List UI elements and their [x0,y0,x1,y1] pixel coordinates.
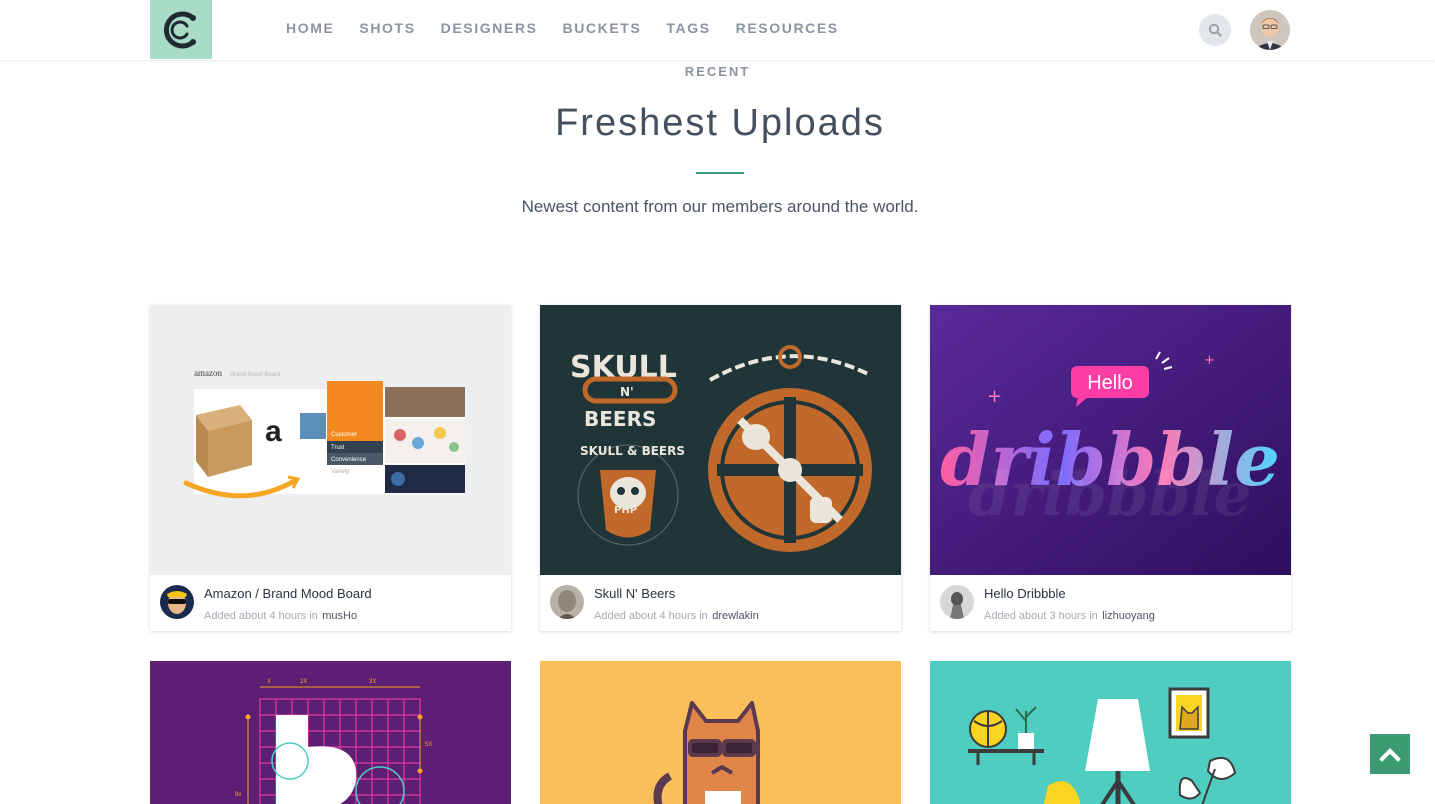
shot-added-text: Added about 4 hours in [594,610,708,622]
author-avatar[interactable] [940,585,974,619]
section-eyebrow: RECENT [684,64,751,79]
grid-mark-5x: 5X [425,742,432,748]
skull-ring-text: SKULL & BEERS [580,444,685,458]
amazon-a-letter: a [265,415,282,448]
skull-word-beers: BEERS [584,407,656,431]
shot-author-link[interactable]: musHo [322,610,357,622]
top-header: HOME SHOTS DESIGNERS BUCKETS TAGS RESOUR… [0,0,1435,60]
main-nav: HOME SHOTS DESIGNERS BUCKETS TAGS RESOUR… [286,20,864,36]
svg-text:+: + [987,386,1002,407]
shot-thumbnail-room[interactable] [930,661,1291,804]
grid-mark-2x: 2X [300,679,307,685]
back-to-top-button[interactable] [1370,734,1410,774]
amazon-word-variety: Variety [331,469,349,475]
user-avatar-image [1250,10,1290,50]
shot-title[interactable]: Amazon / Brand Mood Board [204,586,372,601]
page-title: Freshest Uploads [555,102,885,144]
skull-word-n: N' [620,385,634,399]
author-avatar-image [160,585,194,619]
search-icon [1208,23,1222,37]
author-avatar[interactable] [160,585,194,619]
shot-meta: Amazon / Brand Mood Board Added about 4 … [150,575,511,631]
shot-thumbnail-skull[interactable]: SKULL N' BEERS SKULL & BEERS PHP [540,305,901,575]
shot-card-room[interactable] [930,661,1291,804]
dribbble-script-reflection: dribbble [968,460,1251,530]
amazon-word-customer: Customer [331,432,357,438]
author-avatar-image [550,585,584,619]
shot-added-text: Added about 4 hours in [204,610,318,622]
shot-thumbnail-amazon[interactable]: amazon Brand Mood Board a Customer Trust… [150,305,511,575]
nav-designers[interactable]: DESIGNERS [441,20,538,36]
svg-text:+: + [1204,353,1215,368]
shot-thumbnail-hello-dribbble[interactable]: Hello + + dribbble dribbble [930,305,1291,575]
nav-buckets[interactable]: BUCKETS [563,20,642,36]
shot-card-hello-dribbble[interactable]: Hello + + dribbble dribbble Hello Dribbb… [930,305,1291,631]
shot-card-grid-letter[interactable]: X 2X 3X 5X 9x [150,661,511,804]
skull-word-php: PHP [614,505,637,516]
amazon-brand-text: amazon [194,368,222,378]
search-button[interactable] [1199,14,1231,46]
author-avatar-image [940,585,974,619]
shot-title[interactable]: Skull N' Beers [594,586,759,601]
amazon-word-convenience: Convenience [331,457,367,463]
author-avatar[interactable] [550,585,584,619]
shot-thumbnail-cat[interactable] [540,661,901,804]
shot-author-link[interactable]: lizhuoyang [1102,610,1155,622]
shot-meta: Skull N' Beers Added about 4 hours in dr… [540,575,901,631]
grid-mark-9x: 9x [235,792,241,798]
amazon-word-trust: Trust [331,445,345,451]
shot-card-skull[interactable]: SKULL N' BEERS SKULL & BEERS PHP Skull N… [540,305,901,631]
shot-added-text: Added about 3 hours in [984,610,1098,622]
amazon-caption-text: Brand Mood Board [230,372,280,378]
nav-resources[interactable]: RESOURCES [736,20,839,36]
shot-card-amazon[interactable]: amazon Brand Mood Board a Customer Trust… [150,305,511,631]
site-logo[interactable] [150,0,212,59]
shot-title[interactable]: Hello Dribbble [984,586,1155,601]
nav-tags[interactable]: TAGS [666,20,710,36]
nav-home[interactable]: HOME [286,20,334,36]
shot-meta: Hello Dribbble Added about 3 hours in li… [930,575,1291,631]
page-subtitle: Newest content from our members around t… [521,197,919,216]
nav-shots[interactable]: SHOTS [359,20,415,36]
grid-mark-3x: 3X [369,679,376,685]
chevron-up-icon [1379,748,1401,762]
shot-author-link[interactable]: drewlakin [712,610,758,622]
shot-card-cat[interactable] [540,661,901,804]
title-divider [696,172,744,174]
logo-icon [163,11,196,48]
grid-mark-x: X [267,679,271,685]
hello-bubble-text: Hello [1087,372,1133,394]
user-avatar[interactable] [1250,10,1290,50]
shot-thumbnail-grid-letter[interactable]: X 2X 3X 5X 9x [150,661,511,804]
